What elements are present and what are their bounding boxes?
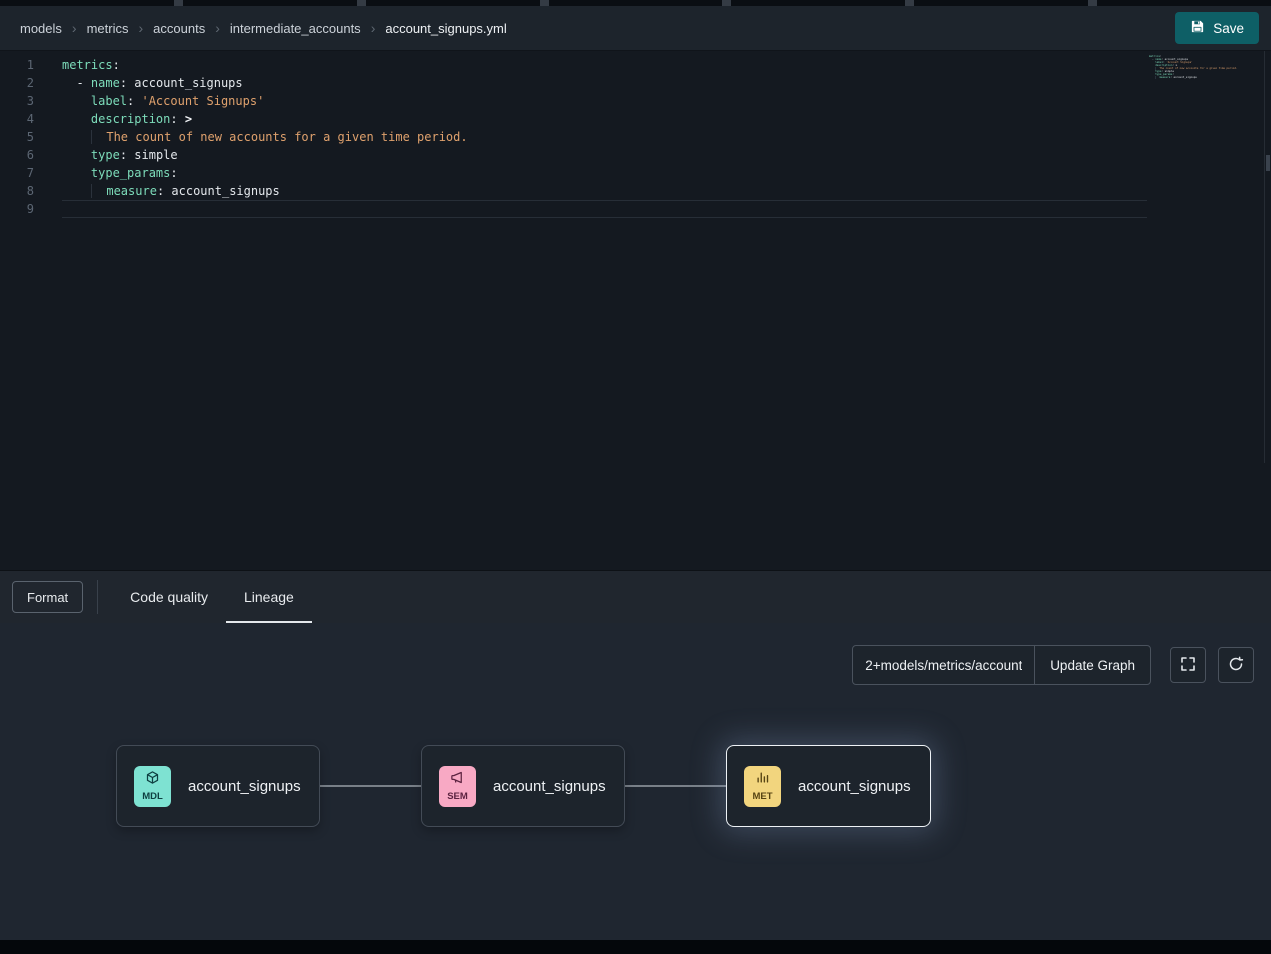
fullscreen-button[interactable] (1170, 647, 1206, 683)
line-text: label: 'Account Signups' (62, 92, 264, 110)
fullscreen-icon (1180, 656, 1196, 675)
node-badge-label: MDL (142, 791, 163, 802)
node-label: account_signups (493, 778, 606, 795)
line-text: type_params: (62, 164, 178, 182)
save-icon (1190, 19, 1205, 37)
breadcrumb-bar: models › metrics › accounts › intermediate_acc… (0, 6, 1271, 51)
current-line-highlight (62, 200, 1147, 218)
code-editor[interactable]: 1metrics:2 - name: account_signups3 labe… (0, 51, 1271, 570)
line-text: - name: account_signups (62, 74, 243, 92)
code-line[interactable]: 6 type: simple (0, 146, 1271, 164)
code-line[interactable]: 3 label: 'Account Signups' (0, 92, 1271, 110)
breadcrumb-item[interactable]: account_signups.yml (385, 21, 506, 36)
line-number: 5 (0, 128, 34, 146)
breadcrumb-separator: › (215, 20, 220, 36)
cube-icon (145, 770, 160, 790)
line-text: description: > (62, 110, 192, 128)
minimap[interactable]: metrics: - name: account_signups label: … (1149, 55, 1213, 82)
code-line[interactable]: 4 description: > (0, 110, 1271, 128)
code-lines: 1metrics:2 - name: account_signups3 labe… (0, 56, 1271, 218)
format-button[interactable]: Format (12, 581, 83, 613)
breadcrumb-item[interactable]: models (20, 21, 62, 36)
node-badge: SEM (439, 766, 476, 807)
line-number: 4 (0, 110, 34, 128)
line-text: The count of new accounts for a given ti… (62, 128, 468, 146)
line-text: measure: account_signups (1149, 76, 1197, 79)
breadcrumb-separator: › (371, 20, 376, 36)
lineage-controls: Update Graph (852, 645, 1254, 685)
lineage-canvas[interactable]: Update Graph MDLaccount_signupsS (0, 623, 1271, 940)
lineage-selector-group: Update Graph (852, 645, 1151, 685)
refresh-button[interactable] (1218, 647, 1254, 683)
ide-window: models › metrics › accounts › intermediate_acc… (0, 0, 1271, 954)
breadcrumb-item[interactable]: intermediate_accounts (230, 21, 361, 36)
bar-chart-icon (755, 770, 770, 790)
code-line[interactable]: 2 - name: account_signups (0, 74, 1271, 92)
line-number: 1 (0, 56, 34, 74)
code-line[interactable]: 5 The count of new accounts for a given … (0, 128, 1271, 146)
panel-tab-code-quality[interactable]: Code quality (112, 571, 226, 623)
node-badge: MDL (134, 766, 171, 807)
line-number: 9 (0, 200, 34, 218)
lineage-node-sem[interactable]: SEM account_signups (421, 745, 625, 827)
breadcrumb-item[interactable]: metrics (87, 21, 129, 36)
panel-tabs: Code qualityLineage (112, 571, 312, 623)
bottom-bar (0, 940, 1271, 954)
panel-divider (97, 580, 98, 614)
node-badge-label: SEM (447, 791, 468, 802)
megaphone-icon (450, 770, 465, 790)
save-button-label: Save (1213, 21, 1244, 36)
code-line[interactable]: 9 (0, 200, 1271, 218)
editor-scrollbar-handle[interactable] (1266, 155, 1270, 171)
lineage-selector-input[interactable] (853, 646, 1034, 684)
save-button[interactable]: Save (1175, 12, 1259, 44)
minimap-line (1149, 79, 1213, 82)
breadcrumb-item[interactable]: accounts (153, 21, 205, 36)
line-text: metrics: (62, 56, 120, 74)
line-text: measure: account_signups (62, 182, 280, 200)
line-number: 6 (0, 146, 34, 164)
lineage-node-met[interactable]: MET account_signups (726, 745, 931, 827)
breadcrumb-separator: › (138, 20, 143, 36)
line-number: 7 (0, 164, 34, 182)
breadcrumb: models › metrics › accounts › intermediate_acc… (20, 20, 1175, 36)
code-line[interactable]: 8 measure: account_signups (0, 182, 1271, 200)
node-label: account_signups (188, 778, 301, 795)
panel-tab-lineage[interactable]: Lineage (226, 571, 312, 623)
line-text: type: simple (62, 146, 178, 164)
node-badge-label: MET (752, 791, 772, 802)
editor-scrollbar[interactable] (1264, 51, 1271, 463)
code-line[interactable]: 1 metrics: (0, 56, 1271, 74)
node-badge: MET (744, 766, 781, 807)
line-number: 3 (0, 92, 34, 110)
breadcrumb-separator: › (72, 20, 77, 36)
update-graph-button[interactable]: Update Graph (1034, 646, 1150, 684)
code-line[interactable]: 7 type_params: (0, 164, 1271, 182)
lineage-node-mdl[interactable]: MDL account_signups (116, 745, 320, 827)
refresh-icon (1228, 656, 1244, 675)
line-number: 8 (0, 182, 34, 200)
bottom-panel-header: Format Code qualityLineage (0, 570, 1271, 623)
node-label: account_signups (798, 778, 911, 795)
line-number: 2 (0, 74, 34, 92)
